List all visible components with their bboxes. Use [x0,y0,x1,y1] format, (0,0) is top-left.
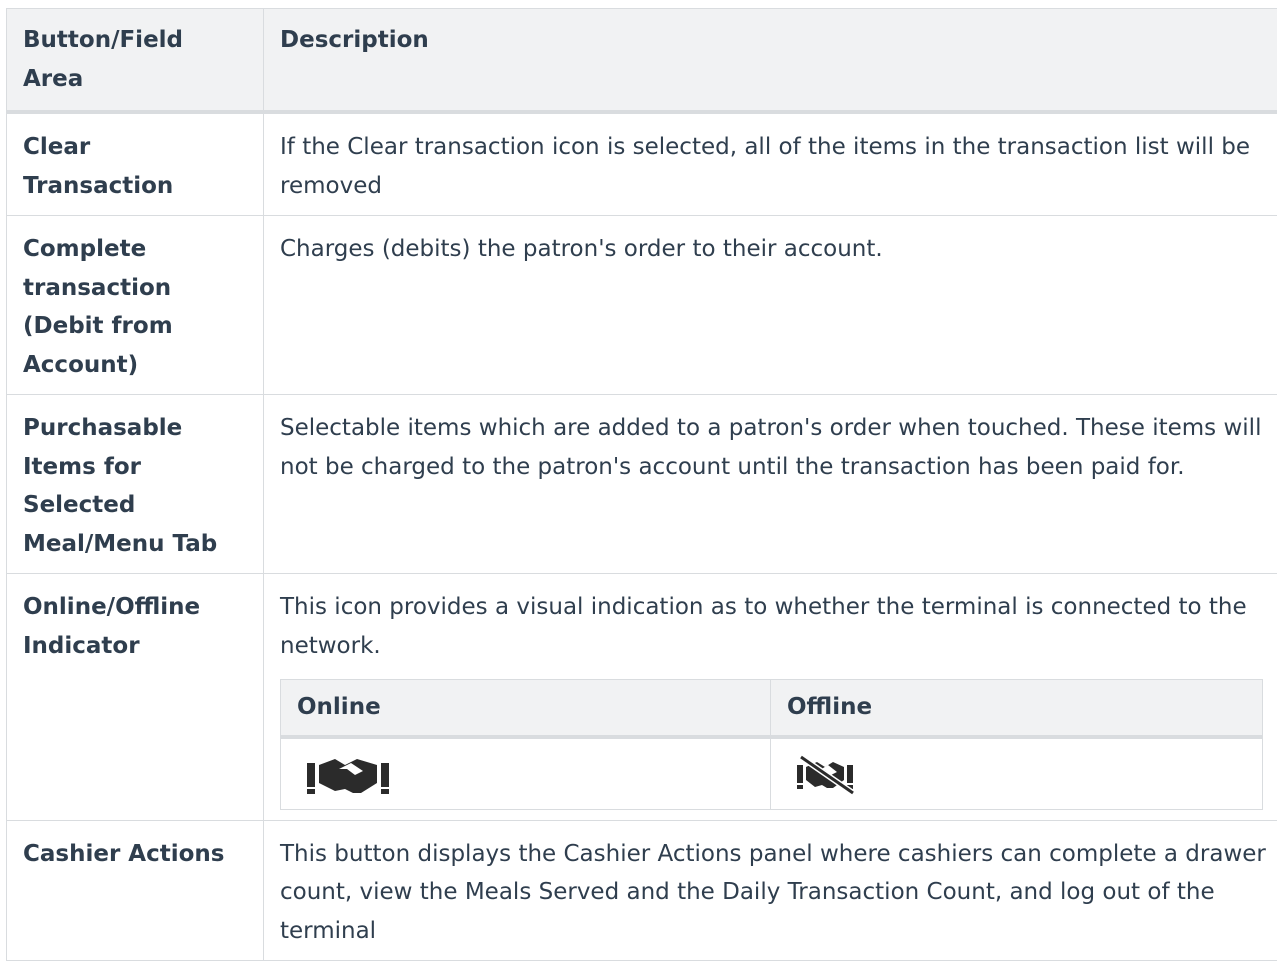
offline-icon-cell [771,737,1263,810]
row-description-complete-transaction: Charges (debits) the patron's order to t… [264,216,1277,395]
handshake-online-icon [305,753,754,795]
row-label-complete-transaction: Complete transaction (Debit from Account… [7,216,264,395]
row-label-online-offline-indicator: Online/Offline Indicator [7,574,264,821]
subtable-header-row: Online Offline [281,680,1263,737]
table-row: Online/Offline Indicator This icon provi… [7,574,1277,821]
row-label-purchasable-items: Purchasable Items for Selected Meal/Menu… [7,395,264,574]
table-row: Purchasable Items for Selected Meal/Menu… [7,395,1277,574]
handshake-offline-icon [795,753,1246,795]
header-description: Description [264,9,1277,113]
table-row: Complete transaction (Debit from Account… [7,216,1277,395]
subtable-icon-row [281,737,1263,810]
subheader-offline: Offline [771,680,1263,737]
button-field-table: Button/Field Area Description Clear Tran… [6,8,1277,961]
online-offline-description-text: This icon provides a visual indication a… [280,588,1270,665]
row-description-purchasable-items: Selectable items which are added to a pa… [264,395,1277,574]
document-body: Button/Field Area Description Clear Tran… [6,8,1277,961]
table-header-row: Button/Field Area Description [7,9,1277,113]
online-offline-subtable: Online Offline [280,679,1263,810]
table-row: Cashier Actions This button displays the… [7,820,1277,961]
row-label-clear-transaction: Clear Transaction [7,112,264,216]
table-row: Clear Transaction If the Clear transacti… [7,112,1277,216]
row-description-online-offline-indicator: This icon provides a visual indication a… [264,574,1277,821]
header-button-field-area: Button/Field Area [7,9,264,113]
subheader-online: Online [281,680,771,737]
online-icon-cell [281,737,771,810]
row-description-clear-transaction: If the Clear transaction icon is selecte… [264,112,1277,216]
row-description-cashier-actions: This button displays the Cashier Actions… [264,820,1277,961]
row-label-cashier-actions: Cashier Actions [7,820,264,961]
